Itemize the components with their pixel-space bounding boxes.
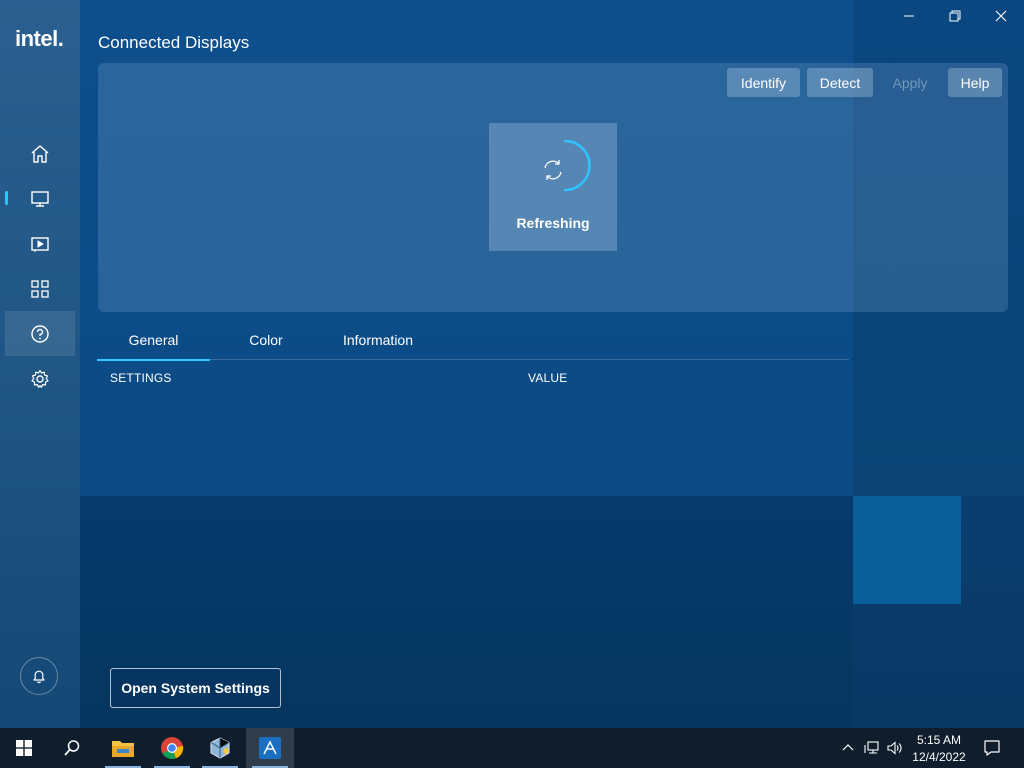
notification-center-icon <box>984 740 1000 756</box>
refreshing-label: Refreshing <box>516 215 590 231</box>
home-icon <box>31 144 49 163</box>
monitor-icon <box>31 190 49 207</box>
sidebar-item-help[interactable] <box>5 311 75 356</box>
desktop-decor-square-blue <box>853 496 961 604</box>
help-button[interactable]: Help <box>948 68 1002 97</box>
display-tile-refreshing[interactable]: Refreshing <box>489 123 617 251</box>
bell-icon <box>33 670 45 684</box>
start-button[interactable] <box>0 728 48 768</box>
chevron-up-icon <box>842 744 854 751</box>
taskbar-clock[interactable]: 5:15 AM 12/4/2022 <box>905 732 973 766</box>
taskbar-chrome[interactable] <box>148 728 196 768</box>
sidebar-item-settings[interactable] <box>5 356 75 401</box>
tab-information[interactable]: Information <box>323 320 433 360</box>
minimize-button[interactable] <box>886 4 932 28</box>
close-icon <box>995 10 1007 22</box>
refresh-spinner-icon <box>544 139 591 192</box>
taskbar-intel-graphics[interactable] <box>246 728 294 768</box>
intel-graphics-icon <box>259 737 281 759</box>
show-hidden-icons-button[interactable] <box>838 738 858 758</box>
clock-date: 12/4/2022 <box>912 750 966 764</box>
minimize-icon <box>904 15 914 17</box>
detect-button[interactable]: Detect <box>807 68 873 97</box>
tab-general[interactable]: General <box>97 320 210 361</box>
sidebar-item-home[interactable] <box>5 131 75 176</box>
chrome-icon <box>161 737 184 760</box>
page-title: Connected Displays <box>98 33 250 52</box>
settings-tabs: General Color Information <box>97 320 849 361</box>
speaker-icon <box>887 741 902 755</box>
video-icon <box>31 236 49 252</box>
sidebar: intel. <box>0 0 80 728</box>
identify-button[interactable]: Identify <box>727 68 800 97</box>
clock-time: 5:15 AM <box>916 733 962 747</box>
open-system-settings-button[interactable]: Open System Settings <box>110 668 281 708</box>
restore-button[interactable] <box>932 4 978 28</box>
volume-button[interactable] <box>884 738 904 758</box>
help-icon <box>31 324 49 343</box>
action-center-button[interactable] <box>982 738 1002 758</box>
column-header-value: VALUE <box>528 371 568 385</box>
sidebar-item-display[interactable] <box>5 176 75 221</box>
tab-color[interactable]: Color <box>226 320 306 360</box>
sidebar-item-apps[interactable] <box>5 266 75 311</box>
network-status-button[interactable] <box>862 738 882 758</box>
search-icon <box>64 740 80 756</box>
apply-button[interactable]: Apply <box>880 68 940 97</box>
restore-icon <box>949 10 961 22</box>
folder-icon <box>112 741 134 757</box>
taskbar-file-explorer[interactable] <box>99 728 147 768</box>
notifications-button[interactable] <box>20 657 58 695</box>
search-button[interactable] <box>48 728 96 768</box>
taskbar-virtualbox[interactable] <box>196 728 244 768</box>
apps-grid-icon <box>31 279 49 298</box>
sidebar-item-video[interactable] <box>5 221 75 266</box>
close-button[interactable] <box>978 4 1024 28</box>
network-icon <box>864 741 879 754</box>
gear-icon <box>31 369 49 388</box>
windows-logo-icon <box>16 740 32 756</box>
taskbar <box>0 728 1024 768</box>
virtualbox-icon <box>210 737 230 759</box>
column-header-settings: SETTINGS <box>110 371 172 385</box>
intel-logo: intel. <box>15 26 64 51</box>
